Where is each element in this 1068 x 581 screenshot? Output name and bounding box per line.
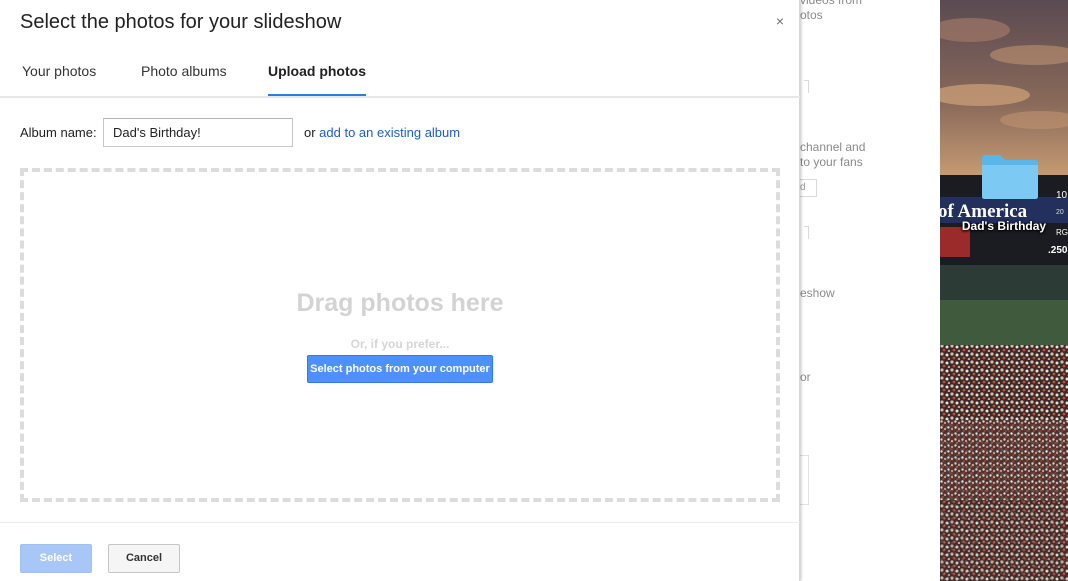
select-photos-from-computer-button[interactable]: Select photos from your computer: [307, 355, 493, 383]
add-to-existing-album-link[interactable]: add to an existing album: [319, 125, 460, 140]
slideshow-photo-dialog: Select the photos for your slideshow × Y…: [0, 0, 800, 581]
bg-text-to-your-fans: to your fans: [800, 155, 863, 169]
screen: videos from otos channel and to your fan…: [0, 0, 1068, 581]
bg-button-fragment: d: [800, 179, 817, 197]
desktop-folder[interactable]: Dad's Birthday: [942, 152, 1066, 242]
bg-text-photos: otos: [800, 8, 823, 22]
background-page: videos from otos channel and to your fan…: [800, 0, 940, 581]
scoreboard-text: .250: [1048, 245, 1068, 256]
bg-divider: [804, 80, 809, 93]
tab-upload-photos[interactable]: Upload photos: [268, 50, 366, 96]
drop-zone-title: Drag photos here: [296, 289, 504, 317]
or-label: or: [304, 125, 320, 140]
bg-text-channel-and: channel and: [800, 140, 866, 154]
close-icon[interactable]: ×: [772, 12, 788, 30]
album-name-label: Album name:: [20, 125, 97, 140]
drop-zone-or-text: Or, if you prefer...: [350, 337, 450, 351]
select-button[interactable]: Select: [20, 544, 92, 573]
bg-divider: [804, 226, 809, 239]
folder-icon: [982, 155, 1038, 199]
tab-photo-albums[interactable]: Photo albums: [141, 50, 227, 96]
photo-drop-zone[interactable]: Drag photos here Or, if you prefer... Se…: [20, 168, 780, 502]
bg-text-slideshow: eshow: [800, 286, 835, 300]
folder-label: Dad's Birthday: [961, 219, 1047, 233]
stadium-photo: of America 10 20 RG .250: [940, 0, 1068, 581]
bg-text-or: or: [800, 370, 811, 384]
desktop-wallpaper-photo: of America 10 20 RG .250: [940, 0, 1068, 581]
dialog-title: Select the photos for your slideshow: [20, 11, 342, 33]
tab-your-photos[interactable]: Your photos: [22, 50, 96, 96]
dialog-footer: Select Cancel: [0, 522, 800, 581]
cancel-button[interactable]: Cancel: [108, 544, 180, 573]
album-name-input[interactable]: [103, 118, 293, 147]
bg-panel-edge: [800, 455, 809, 505]
bg-text-videos-from: videos from: [800, 0, 863, 7]
tab-bar: Your photos Photo albums Upload photos: [0, 50, 800, 98]
album-or-text: or add to an existing album: [304, 118, 460, 147]
